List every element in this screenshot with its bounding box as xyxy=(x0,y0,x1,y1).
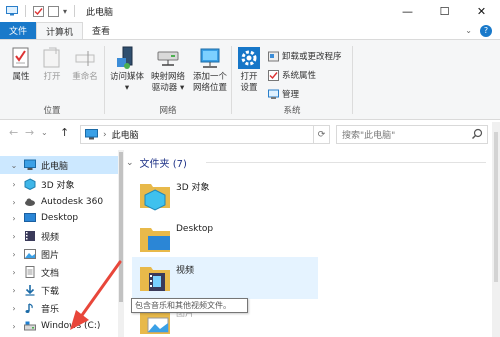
annotation-arrow xyxy=(70,260,122,330)
